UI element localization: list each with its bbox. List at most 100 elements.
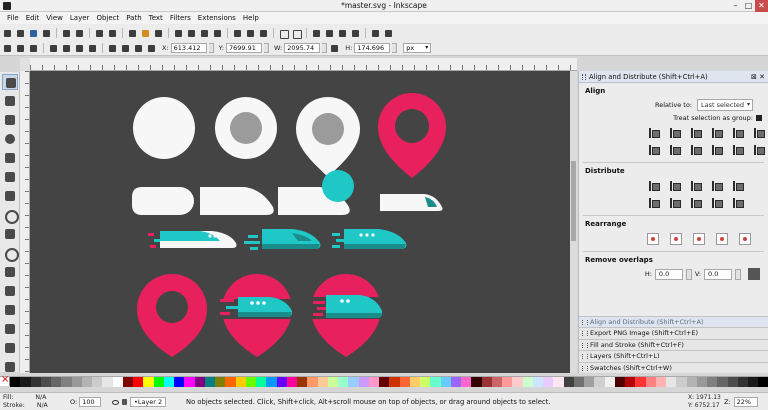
- palette-swatch[interactable]: [204, 377, 215, 387]
- menu-extensions[interactable]: Extensions: [195, 14, 239, 22]
- rectangle-tool-icon[interactable]: [2, 169, 18, 185]
- pencil-tool-icon[interactable]: [2, 264, 18, 280]
- calligraphy-tool-icon[interactable]: [2, 302, 18, 318]
- lower-to-bottom-icon[interactable]: [146, 43, 157, 54]
- menu-layer[interactable]: Layer: [67, 14, 93, 22]
- panel-close-icon[interactable]: ⊠ ✕: [751, 71, 765, 83]
- palette-swatch[interactable]: [245, 377, 256, 387]
- palette-swatch[interactable]: [40, 377, 51, 387]
- align-right-edges-icon[interactable]: [710, 127, 723, 139]
- stroke-value[interactable]: N/A: [37, 402, 48, 409]
- palette-swatch[interactable]: [399, 377, 410, 387]
- save-icon[interactable]: [28, 28, 39, 39]
- star-tool-icon[interactable]: [2, 226, 18, 242]
- palette-swatch[interactable]: [379, 377, 390, 387]
- paste-icon[interactable]: [153, 28, 164, 39]
- palette-swatch[interactable]: [604, 377, 615, 387]
- close-icon[interactable]: ✕: [755, 0, 768, 12]
- palette-swatch[interactable]: [327, 377, 338, 387]
- undo-icon[interactable]: [94, 28, 105, 39]
- menu-filters[interactable]: Filters: [167, 14, 194, 22]
- pink-pin-with-train-2[interactable]: [311, 274, 383, 357]
- speeding-train-3[interactable]: [332, 229, 407, 249]
- palette-swatch[interactable]: [707, 377, 718, 387]
- w-field[interactable]: 2095.74: [284, 43, 321, 53]
- palette-swatch[interactable]: [51, 377, 62, 387]
- align-text-anchor-icon[interactable]: [752, 127, 765, 139]
- distribute-top-icon[interactable]: [647, 197, 660, 209]
- palette-swatch[interactable]: [225, 377, 236, 387]
- overlap-v-field[interactable]: 0.0: [704, 268, 732, 280]
- vertical-scrollbar[interactable]: [570, 71, 577, 373]
- palette-swatch[interactable]: [758, 377, 768, 387]
- white-train-shape[interactable]: [200, 187, 274, 215]
- palette-swatch[interactable]: [420, 377, 431, 387]
- raise-icon[interactable]: [120, 43, 131, 54]
- y-spinner[interactable]: [263, 43, 269, 53]
- palette-swatch[interactable]: [389, 377, 400, 387]
- flip-horizontal-icon[interactable]: [74, 43, 85, 54]
- tab-layers[interactable]: Layers (Shift+Ctrl+L): [579, 350, 768, 362]
- xml-editor-icon[interactable]: [337, 28, 348, 39]
- minimize-icon[interactable]: –: [729, 0, 742, 12]
- center-horizontal-axis-icon[interactable]: [689, 144, 702, 156]
- relative-to-dropdown[interactable]: Last selected: [697, 99, 753, 111]
- palette-swatch[interactable]: [297, 377, 308, 387]
- distribute-left-icon[interactable]: [647, 180, 660, 192]
- rotate-cw-icon[interactable]: [61, 43, 72, 54]
- grip-icon[interactable]: [582, 74, 586, 80]
- palette-swatch[interactable]: [368, 377, 379, 387]
- zoom-width-icon[interactable]: [212, 28, 223, 39]
- zoom-drawing-icon[interactable]: [186, 28, 197, 39]
- eraser-tool-icon[interactable]: [2, 359, 18, 375]
- zoom-selection-icon[interactable]: [173, 28, 184, 39]
- palette-swatch[interactable]: [143, 377, 154, 387]
- menu-help[interactable]: Help: [240, 14, 262, 22]
- palette-swatch[interactable]: [317, 377, 328, 387]
- palette-swatch[interactable]: [112, 377, 123, 387]
- palette-swatch[interactable]: [522, 377, 533, 387]
- palette-swatch[interactable]: [358, 377, 369, 387]
- copy-icon[interactable]: [127, 28, 138, 39]
- clone-icon[interactable]: [245, 28, 256, 39]
- palette-swatch[interactable]: [584, 377, 595, 387]
- palette-swatch[interactable]: [348, 377, 359, 387]
- distribute-centers-h-icon[interactable]: [668, 180, 681, 192]
- distribute-baselines-v-icon[interactable]: [731, 197, 744, 209]
- align-bottom-edges-icon[interactable]: [710, 144, 723, 156]
- duplicate-icon[interactable]: [232, 28, 243, 39]
- distribute-bottom-icon[interactable]: [689, 197, 702, 209]
- h-field[interactable]: 174.696: [354, 43, 391, 53]
- menu-edit[interactable]: Edit: [23, 14, 43, 22]
- palette-swatch[interactable]: [184, 377, 195, 387]
- export-icon[interactable]: [74, 28, 85, 39]
- palette-swatch[interactable]: [461, 377, 472, 387]
- selector-tool-icon[interactable]: [2, 74, 18, 90]
- palette-swatch[interactable]: [717, 377, 728, 387]
- opacity-field[interactable]: 100: [79, 397, 102, 407]
- unlink-clone-icon[interactable]: [258, 28, 269, 39]
- lock-ratio-icon[interactable]: [329, 43, 340, 54]
- pink-map-pin[interactable]: [378, 93, 446, 178]
- remove-overlaps-icon[interactable]: [748, 268, 760, 280]
- raise-to-top-icon[interactable]: [107, 43, 118, 54]
- open-icon[interactable]: [15, 28, 26, 39]
- palette-swatch[interactable]: [666, 377, 677, 387]
- palette-swatch[interactable]: [194, 377, 205, 387]
- palette-swatch[interactable]: [655, 377, 666, 387]
- palette-swatch[interactable]: [553, 377, 564, 387]
- redo-icon[interactable]: [107, 28, 118, 39]
- overlap-v-spinner[interactable]: [735, 268, 741, 280]
- align-baseline-icon[interactable]: [752, 144, 765, 156]
- white-map-pin[interactable]: [296, 97, 360, 177]
- randomize-centers-icon[interactable]: [739, 233, 751, 245]
- palette-swatch[interactable]: [81, 377, 92, 387]
- new-document-icon[interactable]: [2, 28, 13, 39]
- y-field[interactable]: 7699.91: [225, 43, 262, 53]
- palette-swatch[interactable]: [256, 377, 267, 387]
- palette-swatch[interactable]: [307, 377, 318, 387]
- palette-swatch[interactable]: [163, 377, 174, 387]
- palette-swatch[interactable]: [286, 377, 297, 387]
- vertical-ruler[interactable]: [20, 71, 30, 373]
- palette-swatch[interactable]: [276, 377, 287, 387]
